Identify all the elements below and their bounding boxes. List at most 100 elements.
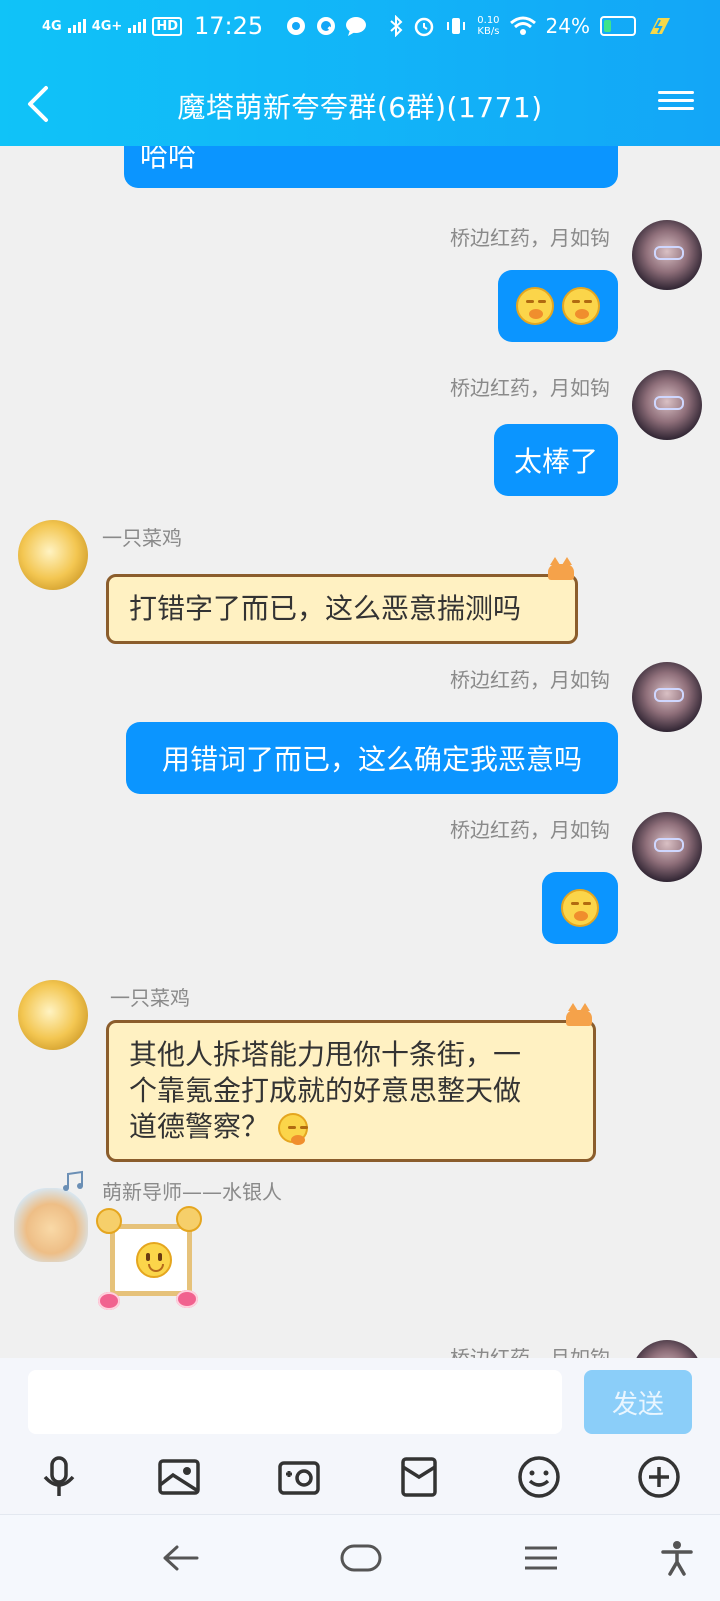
message-bubble[interactable]: 其他人拆塔能力甩你十条街，一 个靠氪金打成就的好意思整天做 道德警察？: [106, 1020, 596, 1162]
menu-line: [658, 107, 694, 110]
net-speed: 0.10 KB/s: [477, 15, 499, 37]
voice-button[interactable]: [34, 1452, 84, 1502]
message-text: 用错词了而已，这么确定我恶意吗: [161, 743, 582, 776]
avatar[interactable]: [18, 980, 88, 1050]
nav-back-button[interactable]: [156, 1533, 206, 1583]
message-bubble[interactable]: 打错字了而已，这么恶意揣测吗: [106, 574, 578, 644]
more-button[interactable]: [634, 1452, 684, 1502]
camera-button[interactable]: [274, 1452, 324, 1502]
smirk-emoji-icon: [516, 287, 554, 325]
avatar[interactable]: [632, 662, 702, 732]
message-text: 哈哈: [140, 146, 197, 173]
smirk-emoji-icon: [277, 1113, 308, 1145]
avatar[interactable]: [632, 1340, 702, 1358]
notification-icons: [285, 15, 367, 37]
sender-name: 萌新导师——水银人: [102, 1180, 282, 1204]
message-line: 其他人拆塔能力甩你十条街，一: [129, 1038, 522, 1071]
smirk-emoji-icon: [562, 287, 600, 325]
red-packet-button[interactable]: [394, 1452, 444, 1502]
charging-icon: [650, 18, 670, 34]
nav-back-icon: [163, 1545, 199, 1571]
battery-icon: [600, 16, 636, 36]
hd-badge: HD: [152, 16, 182, 36]
image-button[interactable]: [154, 1452, 204, 1502]
sender-name: 桥边红药，月如钩: [450, 668, 610, 692]
message-bubble[interactable]: 哈哈: [124, 146, 618, 188]
sender-name: 一只菜鸡: [110, 986, 190, 1010]
message-bubble[interactable]: 用错词了而已，这么确定我恶意吗: [126, 722, 618, 794]
sticker-message[interactable]: [92, 1206, 210, 1316]
net-speed-value: 0.10: [477, 15, 500, 26]
plus-icon: [638, 1456, 680, 1498]
sender-name: 桥边红药，月如钩: [450, 1346, 610, 1358]
message-bubble[interactable]: [498, 270, 618, 342]
status-right: 0.10 KB/s 24%: [389, 14, 672, 38]
emoji-button[interactable]: [514, 1452, 564, 1502]
microphone-icon: [43, 1456, 75, 1496]
nav-menu-icon: [525, 1546, 557, 1570]
music-note-icon: [63, 1170, 83, 1191]
message-bubble[interactable]: [542, 872, 618, 944]
angel-icon: [176, 1206, 202, 1232]
clock: 17:25: [194, 12, 264, 40]
cat-decoration-icon: [566, 1003, 592, 1026]
input-bar: 发送: [0, 1358, 720, 1601]
camera-icon: [278, 1461, 320, 1495]
sender-name: 桥边红药，月如钩: [450, 226, 610, 250]
emoji-icon: [518, 1456, 560, 1498]
app-header: 4G 4G+ HD 17:25 0.10 KB/s 24% 魔塔萌新夸夸群(6群…: [0, 0, 720, 146]
message-bubble[interactable]: 太棒了: [494, 424, 618, 496]
alarm-icon: [415, 17, 434, 37]
surprised-face-icon: [136, 1242, 172, 1278]
message-text: 太棒了: [513, 445, 598, 478]
flower-icon: [176, 1290, 198, 1308]
battery-percent: 24%: [545, 14, 590, 38]
battery-fill: [604, 20, 611, 32]
avatar[interactable]: [14, 1188, 88, 1262]
status-bar: 4G 4G+ HD 17:25 0.10 KB/s 24%: [0, 0, 720, 56]
angel-icon: [96, 1208, 122, 1234]
message-text: 道德警察？: [129, 1110, 270, 1143]
system-nav-bar: [0, 1514, 720, 1601]
signal-bars-icon: [67, 19, 86, 33]
page-title: 魔塔萌新夸夸群(6群)(1771): [177, 91, 543, 124]
nav-menu-button[interactable]: [516, 1533, 566, 1583]
avatar[interactable]: [18, 520, 88, 590]
sticker-frame: [110, 1224, 192, 1296]
cat-decoration-icon: [548, 557, 574, 580]
chat-notification-icon: [346, 17, 367, 36]
menu-line: [658, 91, 694, 94]
bluetooth-icon: [390, 15, 403, 37]
signal-bars-2-icon: [128, 19, 147, 33]
image-icon: [158, 1459, 200, 1495]
nav-home-button[interactable]: [336, 1533, 386, 1583]
app-notification-icon: [287, 17, 306, 35]
send-button[interactable]: 发送: [584, 1370, 692, 1434]
menu-button[interactable]: [658, 86, 694, 116]
signal-4gplus-label: 4G+: [91, 18, 123, 34]
nav-home-icon: [340, 1544, 382, 1572]
red-packet-icon: [401, 1457, 437, 1497]
message-line: 道德警察？: [129, 1109, 573, 1145]
chat-area[interactable]: 哈哈 桥边红药，月如钩 桥边红药，月如钩 太棒了 一只菜鸡 打错字了而已，这么恶…: [0, 146, 720, 1358]
avatar[interactable]: [632, 220, 702, 290]
message-text: 打错字了而已，这么恶意揣测吗: [129, 592, 522, 625]
message-line: 个靠氪金打成就的好意思整天做: [129, 1074, 522, 1107]
accessibility-button[interactable]: [652, 1533, 702, 1583]
avatar[interactable]: [632, 370, 702, 440]
wifi-icon: [509, 16, 536, 35]
net-speed-unit: KB/s: [477, 26, 500, 37]
sender-name: 桥边红药，月如钩: [450, 818, 610, 842]
browser-notification-icon: [317, 17, 336, 35]
flower-icon: [98, 1292, 120, 1310]
status-left: 4G 4G+ HD 17:25: [42, 12, 367, 40]
message-input[interactable]: [28, 1370, 562, 1434]
sender-name: 桥边红药，月如钩: [450, 376, 610, 400]
accessibility-icon: [661, 1541, 693, 1576]
sender-name: 一只菜鸡: [102, 526, 182, 550]
input-toolbar: [0, 1452, 720, 1508]
signal-4g-label: 4G: [42, 18, 62, 34]
avatar[interactable]: [632, 812, 702, 882]
title-bar: 魔塔萌新夸夸群(6群)(1771): [0, 62, 720, 142]
smirk-emoji-icon: [561, 889, 599, 927]
